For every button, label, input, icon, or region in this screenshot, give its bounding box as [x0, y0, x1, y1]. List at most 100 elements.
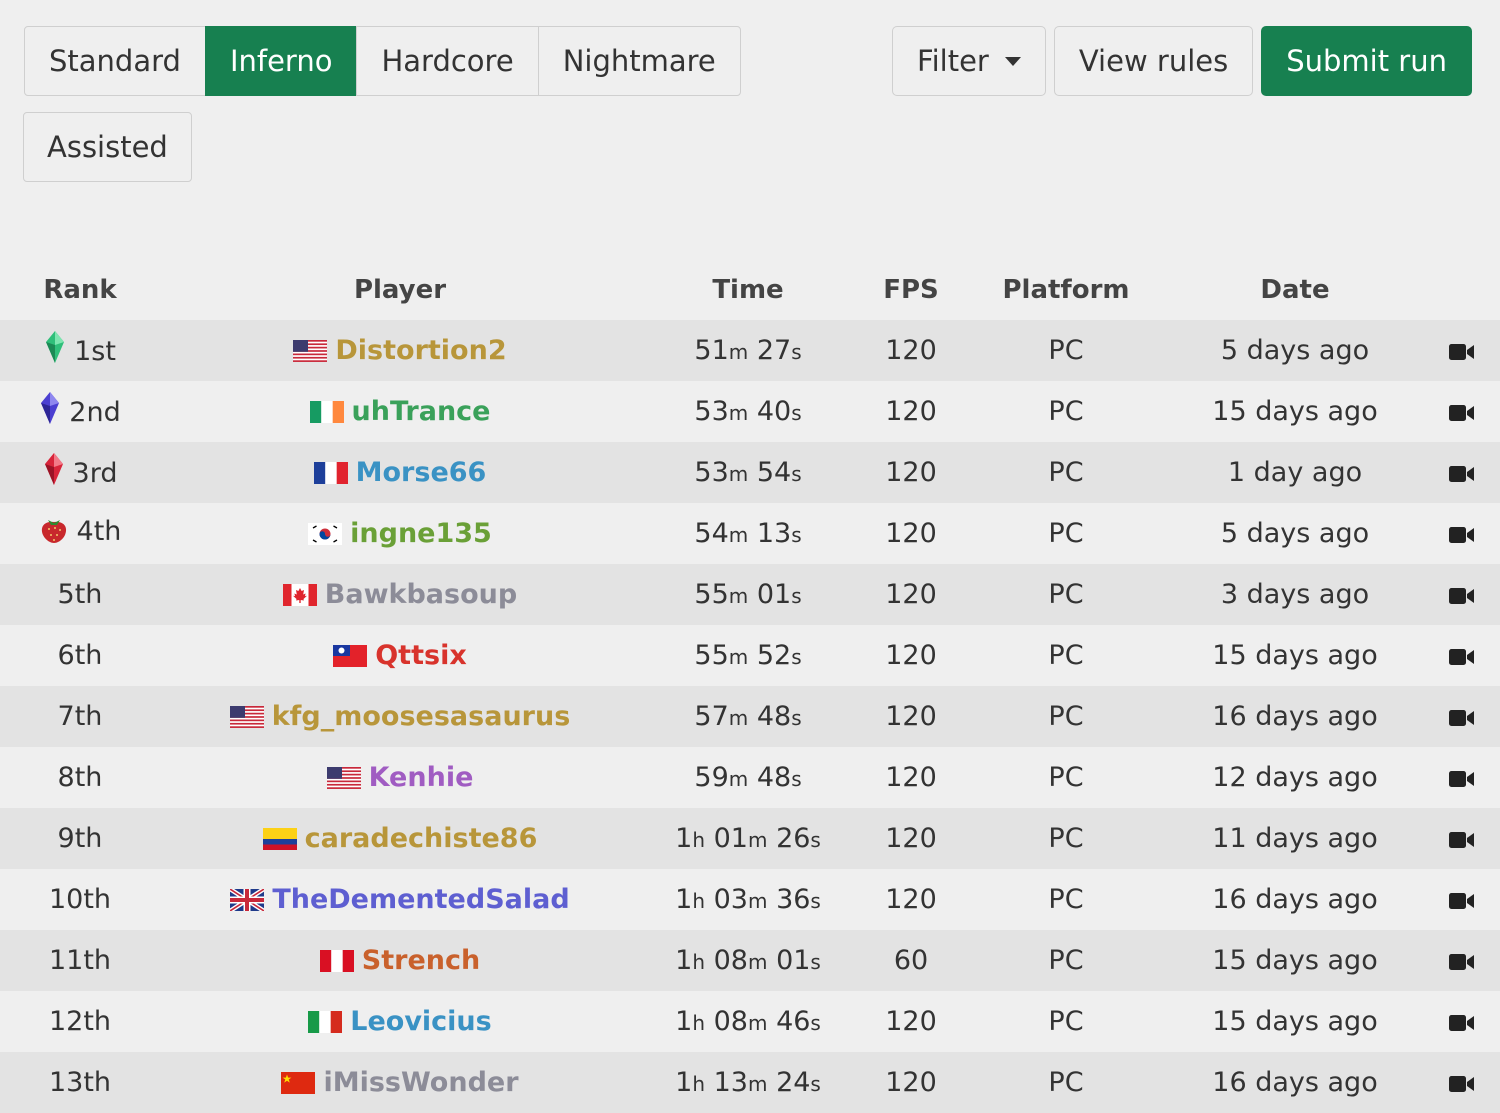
- tab-nightmare[interactable]: Nightmare: [537, 26, 741, 96]
- player-link[interactable]: Qttsix: [375, 640, 467, 671]
- fps-cell: 120: [856, 381, 966, 442]
- platform-cell: PC: [966, 442, 1166, 503]
- date-cell: 15 days ago: [1166, 930, 1424, 991]
- platform-cell: PC: [966, 503, 1166, 564]
- flag-tw-icon: [333, 643, 368, 667]
- player-link[interactable]: ingne135: [350, 518, 492, 549]
- table-row[interactable]: 12th Leovicius 1h 08m 46s 120 PC 15 days ago: [0, 991, 1500, 1052]
- video-camera-icon[interactable]: [1449, 1067, 1475, 1098]
- tab-hardcore[interactable]: Hardcore: [356, 26, 539, 96]
- rank-cell: 10th: [0, 869, 160, 930]
- table-row[interactable]: 13th iMissWonder 1h 13m 24s 120 PC 16 days ag…: [0, 1052, 1500, 1113]
- time-minutes: 59: [694, 762, 729, 793]
- time-seconds: 27: [756, 335, 792, 366]
- time-cell: 55m 01s: [640, 564, 856, 625]
- player-cell: uhTrance: [160, 381, 640, 442]
- video-camera-icon[interactable]: [1449, 701, 1475, 732]
- video-camera-icon[interactable]: [1449, 823, 1475, 854]
- table-row[interactable]: 3rd Morse66 53m 54s 120 PC 1 day ago: [0, 442, 1500, 503]
- video-cell: [1424, 1052, 1500, 1113]
- player-link[interactable]: Bawkbasoup: [325, 579, 517, 610]
- player-link[interactable]: iMissWonder: [323, 1067, 518, 1098]
- player-link[interactable]: Kenhie: [369, 762, 474, 793]
- tab-inferno[interactable]: Inferno: [204, 26, 358, 96]
- unit-h: h: [692, 950, 706, 974]
- unit-s: s: [810, 1011, 821, 1035]
- unit-m: m: [728, 523, 749, 547]
- video-camera-icon[interactable]: [1449, 884, 1475, 915]
- rank-cell: 1st: [0, 320, 160, 381]
- table-row[interactable]: 7th kfg_moosesasaurus 57m 48s 120 PC 16 days …: [0, 686, 1500, 747]
- time-seconds: 01: [776, 945, 811, 976]
- video-camera-icon[interactable]: [1449, 640, 1475, 671]
- unit-s: s: [791, 706, 802, 730]
- video-camera-icon[interactable]: [1449, 579, 1475, 610]
- time-hours: 1: [675, 823, 693, 854]
- tab-assisted[interactable]: Assisted: [23, 112, 192, 182]
- time-cell: 59m 48s: [640, 747, 856, 808]
- platform-cell: PC: [966, 930, 1166, 991]
- video-camera-icon[interactable]: [1449, 1006, 1475, 1037]
- rank-label: 12th: [48, 1006, 112, 1037]
- time-minutes: 53: [694, 396, 729, 427]
- fps-cell: 60: [856, 930, 966, 991]
- video-camera-icon[interactable]: [1449, 518, 1475, 549]
- time-seconds: 24: [776, 1067, 811, 1098]
- unit-m: m: [728, 340, 749, 364]
- player-link[interactable]: kfg_moosesasaurus: [272, 701, 571, 732]
- filter-button[interactable]: Filter: [892, 26, 1046, 96]
- unit-m: m: [728, 706, 749, 730]
- date-cell: 5 days ago: [1166, 503, 1424, 564]
- table-row[interactable]: 1st Distortion2 51m 27s 120 PC 5 days ago: [0, 320, 1500, 381]
- red-gem-icon: [43, 452, 65, 493]
- video-cell: [1424, 503, 1500, 564]
- table-row[interactable]: 9th caradechiste86 1h 01m 26s 120 PC 11 days …: [0, 808, 1500, 869]
- player-link[interactable]: caradechiste86: [305, 823, 538, 854]
- time-seconds: 40: [756, 396, 792, 427]
- header-video: [1424, 259, 1500, 320]
- player-link[interactable]: Leovicius: [350, 1006, 491, 1037]
- video-camera-icon[interactable]: [1449, 396, 1475, 427]
- video-cell: [1424, 869, 1500, 930]
- video-camera-icon[interactable]: [1449, 457, 1475, 488]
- rank-label: 5th: [57, 579, 103, 610]
- player-link[interactable]: uhTrance: [352, 396, 491, 427]
- video-camera-icon[interactable]: [1449, 335, 1475, 366]
- tab-standard[interactable]: Standard: [24, 26, 206, 96]
- platform-cell: PC: [966, 686, 1166, 747]
- video-cell: [1424, 564, 1500, 625]
- table-row[interactable]: 10th TheDementedSalad 1h 03m 36s 120 PC 16 da…: [0, 869, 1500, 930]
- platform-cell: PC: [966, 381, 1166, 442]
- player-link[interactable]: Morse66: [356, 457, 487, 488]
- player-link[interactable]: TheDementedSalad: [272, 884, 569, 915]
- table-row[interactable]: 8th Kenhie 59m 48s 120 PC 12 days ago: [0, 747, 1500, 808]
- rank-label: 9th: [57, 823, 103, 854]
- video-cell: [1424, 930, 1500, 991]
- table-row[interactable]: 2nd uhTrance 53m 40s 120 PC 15 days ago: [0, 381, 1500, 442]
- time-seconds: 01: [756, 579, 792, 610]
- player-cell: caradechiste86: [160, 808, 640, 869]
- player-cell: Leovicius: [160, 991, 640, 1052]
- fps-cell: 120: [856, 564, 966, 625]
- player-link[interactable]: Strench: [362, 945, 480, 976]
- time-minutes: 55: [694, 640, 729, 671]
- header-player: Player: [353, 274, 447, 305]
- table-row[interactable]: 6th Qttsix 55m 52s 120 PC 15 days ago: [0, 625, 1500, 686]
- blue-gem-icon: [39, 391, 61, 432]
- view-rules-button[interactable]: View rules: [1053, 26, 1254, 96]
- unit-h: h: [692, 828, 706, 852]
- table-row[interactable]: 4th ingne135 54m 13s 120 PC 5 days ago: [0, 503, 1500, 564]
- video-camera-icon[interactable]: [1449, 762, 1475, 793]
- time-cell: 1h 13m 24s: [640, 1052, 856, 1113]
- rank-cell: 2nd: [0, 381, 160, 442]
- player-link[interactable]: Distortion2: [335, 335, 506, 366]
- table-row[interactable]: 5th Bawkbasoup 55m 01s 120 PC 3 days ago: [0, 564, 1500, 625]
- submit-run-button[interactable]: Submit run: [1261, 26, 1472, 96]
- rank-label: 11th: [48, 945, 112, 976]
- table-row[interactable]: 11th Strench 1h 08m 01s 60 PC 15 days ago: [0, 930, 1500, 991]
- rank-cell: 11th: [0, 930, 160, 991]
- video-camera-icon[interactable]: [1449, 945, 1475, 976]
- time-cell: 1h 03m 36s: [640, 869, 856, 930]
- flag-cn-icon: [281, 1070, 316, 1094]
- rank-cell: 6th: [0, 625, 160, 686]
